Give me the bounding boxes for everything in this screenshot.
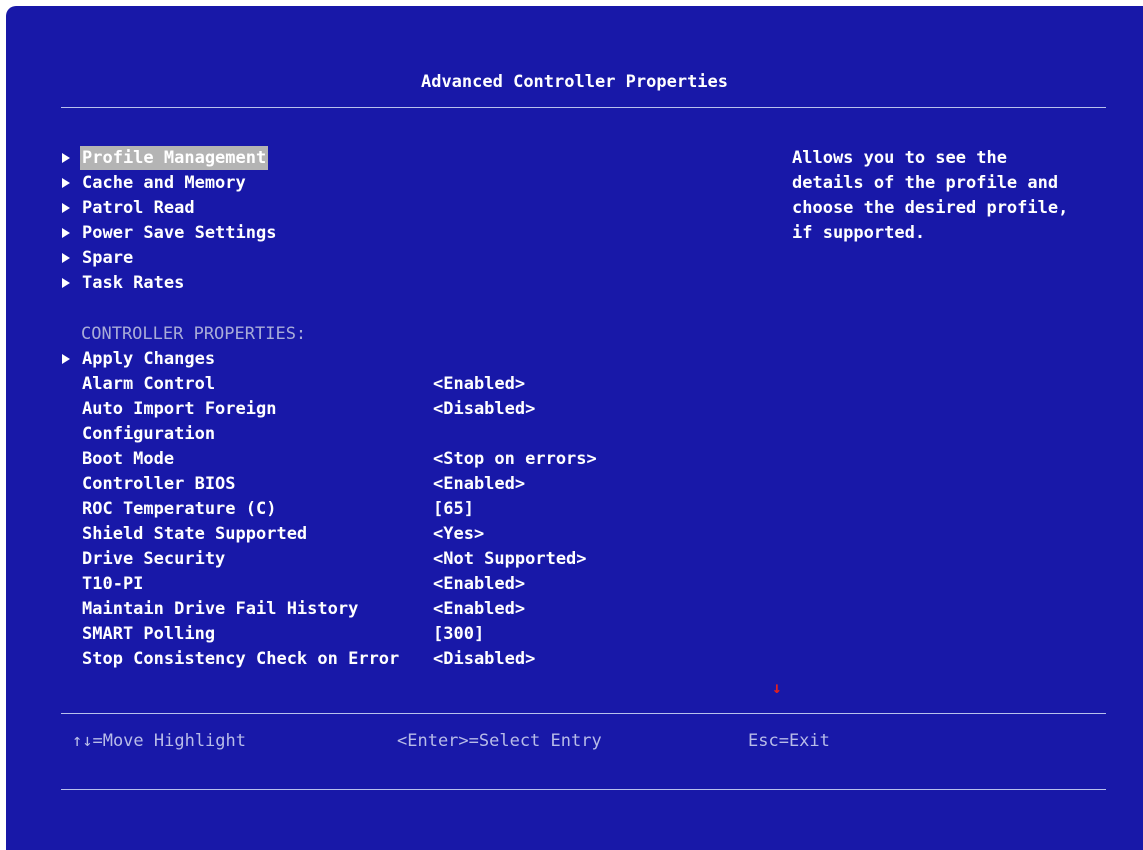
- menu-item-label: Patrol Read: [82, 198, 195, 218]
- submenu-arrow-icon: [62, 228, 70, 238]
- bios-screen: Advanced Controller Properties Profile M…: [6, 6, 1143, 850]
- property-label: Maintain Drive Fail History: [82, 599, 359, 619]
- submenu-arrow-icon: [62, 203, 70, 213]
- property-value[interactable]: <Enabled>: [433, 472, 525, 496]
- menu-item-label: Task Rates: [82, 273, 185, 293]
- help-text-line: details of the profile and: [792, 173, 1059, 193]
- footer-top-divider: [61, 713, 1106, 714]
- property-value: [65]: [433, 499, 474, 519]
- property-value[interactable]: <Disabled>: [433, 397, 535, 421]
- section-heading: CONTROLLER PROPERTIES:: [81, 324, 307, 344]
- property-label: Shield State Supported: [82, 524, 308, 544]
- submenu-arrow-icon: [62, 354, 70, 364]
- footer-bottom-divider: [61, 789, 1106, 790]
- property-label: Alarm Control: [82, 374, 216, 394]
- footer-exit: Esc=Exit: [748, 731, 830, 751]
- help-text-line: if supported.: [792, 223, 926, 243]
- menu-item-label: Spare: [82, 248, 134, 268]
- property-label: Auto Import Foreign: [82, 399, 277, 419]
- menu-item-label: Power Save Settings: [82, 223, 277, 243]
- property-value: <Not Supported>: [433, 549, 587, 569]
- property-value[interactable]: [300]: [433, 622, 484, 646]
- property-label: SMART Polling: [82, 624, 216, 644]
- property-label: Boot Mode: [82, 449, 175, 469]
- property-value: <Yes>: [433, 524, 485, 544]
- property-label: T10-PI: [82, 574, 144, 594]
- property-label: Controller BIOS: [82, 474, 236, 494]
- submenu-arrow-icon: [62, 253, 70, 263]
- page-title: Advanced Controller Properties: [420, 72, 729, 92]
- help-text-line: choose the desired profile,: [792, 198, 1069, 218]
- property-label: Configuration: [82, 424, 216, 444]
- help-text-line: Allows you to see the: [792, 148, 1007, 168]
- property-value[interactable]: <Enabled>: [433, 597, 525, 621]
- property-label: ROC Temperature (C): [82, 499, 277, 519]
- footer-move-highlight: ↑↓=Move Highlight: [72, 731, 246, 751]
- property-value[interactable]: <Disabled>: [433, 647, 535, 671]
- apply-changes-label: Apply Changes: [82, 349, 216, 369]
- property-label: Stop Consistency Check on Error: [82, 649, 400, 669]
- menu-item-label: Cache and Memory: [82, 173, 246, 193]
- submenu-arrow-icon: [62, 278, 70, 288]
- property-value[interactable]: <Stop on errors>: [433, 447, 597, 471]
- property-label: Drive Security: [82, 549, 226, 569]
- submenu-arrow-icon: [62, 178, 70, 188]
- scroll-down-arrow-icon[interactable]: ↓: [772, 680, 782, 696]
- footer-select-entry: <Enter>=Select Entry: [397, 731, 602, 751]
- top-divider: [61, 107, 1106, 108]
- property-value[interactable]: <Enabled>: [433, 372, 525, 396]
- menu-item-label: Profile Management: [80, 146, 269, 170]
- property-value[interactable]: <Enabled>: [433, 572, 525, 596]
- submenu-arrow-icon: [62, 153, 70, 163]
